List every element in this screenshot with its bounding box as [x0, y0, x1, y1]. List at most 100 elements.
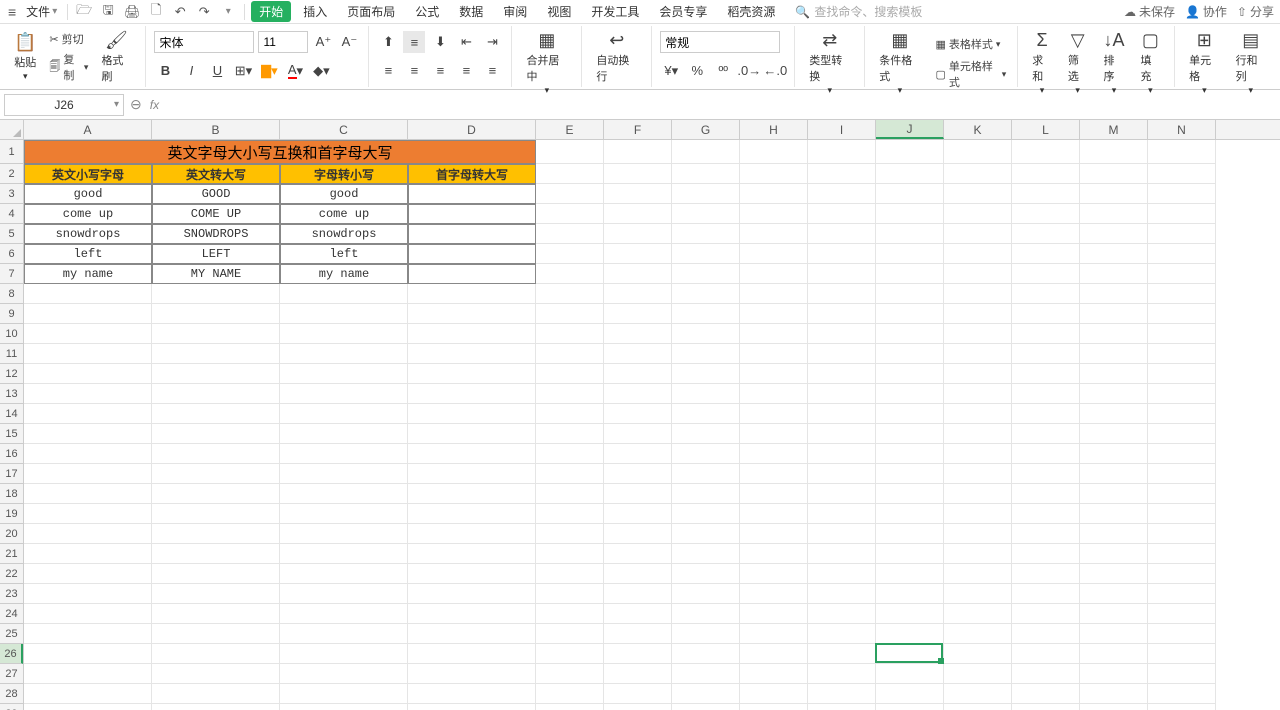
row-header-26[interactable]: 26	[0, 644, 23, 664]
cell[interactable]	[808, 344, 876, 364]
cell[interactable]	[536, 444, 604, 464]
file-menu[interactable]: 文件 ▾	[22, 3, 61, 20]
cell[interactable]	[1080, 304, 1148, 324]
italic-button[interactable]: I	[180, 60, 202, 82]
cell[interactable]	[280, 324, 408, 344]
cell[interactable]	[152, 624, 280, 644]
cell[interactable]	[1012, 224, 1080, 244]
cell[interactable]	[1080, 524, 1148, 544]
cell[interactable]	[24, 284, 152, 304]
cell[interactable]	[408, 344, 536, 364]
row-header-3[interactable]: 3	[0, 184, 23, 204]
cell[interactable]	[280, 684, 408, 704]
cell[interactable]	[604, 644, 672, 664]
col-header-J[interactable]: J	[876, 120, 944, 139]
cell[interactable]	[808, 564, 876, 584]
print-icon[interactable]: 🖨	[122, 2, 142, 22]
cell[interactable]	[1012, 704, 1080, 710]
cell[interactable]	[740, 404, 808, 424]
cell[interactable]	[536, 404, 604, 424]
cell[interactable]	[408, 484, 536, 504]
cell[interactable]	[24, 644, 152, 664]
cell[interactable]	[408, 424, 536, 444]
cell[interactable]	[672, 344, 740, 364]
cell[interactable]	[604, 284, 672, 304]
cell[interactable]	[1012, 604, 1080, 624]
cell[interactable]	[1080, 244, 1148, 264]
cell[interactable]	[944, 584, 1012, 604]
cell[interactable]	[672, 140, 740, 164]
cell[interactable]	[536, 664, 604, 684]
cell[interactable]	[1148, 604, 1216, 624]
cell[interactable]	[536, 204, 604, 224]
cell[interactable]	[408, 204, 536, 224]
cell[interactable]	[604, 424, 672, 444]
cell[interactable]	[152, 384, 280, 404]
cell[interactable]	[24, 564, 152, 584]
cell[interactable]	[408, 704, 536, 710]
cell[interactable]	[1148, 644, 1216, 664]
cell[interactable]	[740, 564, 808, 584]
cell[interactable]	[808, 364, 876, 384]
name-box[interactable]: J26 ▾	[4, 94, 124, 116]
cell[interactable]	[604, 164, 672, 184]
cell[interactable]	[536, 684, 604, 704]
hamburger-icon[interactable]: ≡	[6, 4, 18, 20]
cell[interactable]	[740, 244, 808, 264]
row-header-15[interactable]: 15	[0, 424, 23, 444]
cell[interactable]	[536, 324, 604, 344]
cell[interactable]	[1012, 484, 1080, 504]
cell[interactable]	[280, 524, 408, 544]
cell[interactable]	[24, 604, 152, 624]
col-header-G[interactable]: G	[672, 120, 740, 139]
cell[interactable]	[1148, 304, 1216, 324]
cell[interactable]	[536, 464, 604, 484]
cell[interactable]	[740, 424, 808, 444]
paste-button[interactable]: 📋 粘贴▾	[8, 30, 42, 84]
cell[interactable]	[808, 224, 876, 244]
cell[interactable]	[1012, 264, 1080, 284]
cell[interactable]	[604, 604, 672, 624]
cell[interactable]	[604, 324, 672, 344]
cell[interactable]	[24, 624, 152, 644]
cell[interactable]	[944, 564, 1012, 584]
cancel-fx-icon[interactable]: ⊖	[130, 96, 142, 113]
cell[interactable]	[1080, 164, 1148, 184]
cell[interactable]: snowdrops	[280, 224, 408, 244]
align-center-icon[interactable]: ≡	[403, 60, 425, 82]
cell[interactable]	[280, 544, 408, 564]
comma-icon[interactable]: ºº	[712, 60, 734, 82]
cell[interactable]	[808, 284, 876, 304]
col-header-C[interactable]: C	[280, 120, 408, 139]
cell[interactable]	[740, 664, 808, 684]
cell[interactable]	[280, 604, 408, 624]
wrap-text-button[interactable]: ↩ 自动换行	[590, 28, 643, 86]
cell[interactable]	[24, 684, 152, 704]
cell[interactable]	[604, 584, 672, 604]
justify-icon[interactable]: ≡	[455, 60, 477, 82]
cell[interactable]	[1148, 184, 1216, 204]
cell[interactable]	[808, 444, 876, 464]
cell[interactable]	[1148, 404, 1216, 424]
cell[interactable]	[1012, 444, 1080, 464]
cell[interactable]	[1148, 564, 1216, 584]
cell[interactable]	[1148, 584, 1216, 604]
cell[interactable]	[280, 484, 408, 504]
cell[interactable]	[1148, 224, 1216, 244]
font-size-combo[interactable]	[258, 31, 308, 53]
cell[interactable]	[536, 384, 604, 404]
cell[interactable]	[604, 244, 672, 264]
cell[interactable]	[672, 644, 740, 664]
cell[interactable]	[1012, 584, 1080, 604]
cell[interactable]	[672, 684, 740, 704]
align-middle-icon[interactable]: ≡	[403, 31, 425, 53]
cell[interactable]	[944, 164, 1012, 184]
font-color-button[interactable]: A▾	[284, 60, 306, 82]
merge-center-button[interactable]: ▦ 合并居中▾	[520, 28, 573, 98]
cell[interactable]: my name	[24, 264, 152, 284]
cell[interactable]	[604, 224, 672, 244]
search-box[interactable]: 🔍 查找命令、搜索模板	[795, 3, 922, 20]
cell[interactable]	[672, 464, 740, 484]
cell[interactable]	[152, 324, 280, 344]
row-header-6[interactable]: 6	[0, 244, 23, 264]
